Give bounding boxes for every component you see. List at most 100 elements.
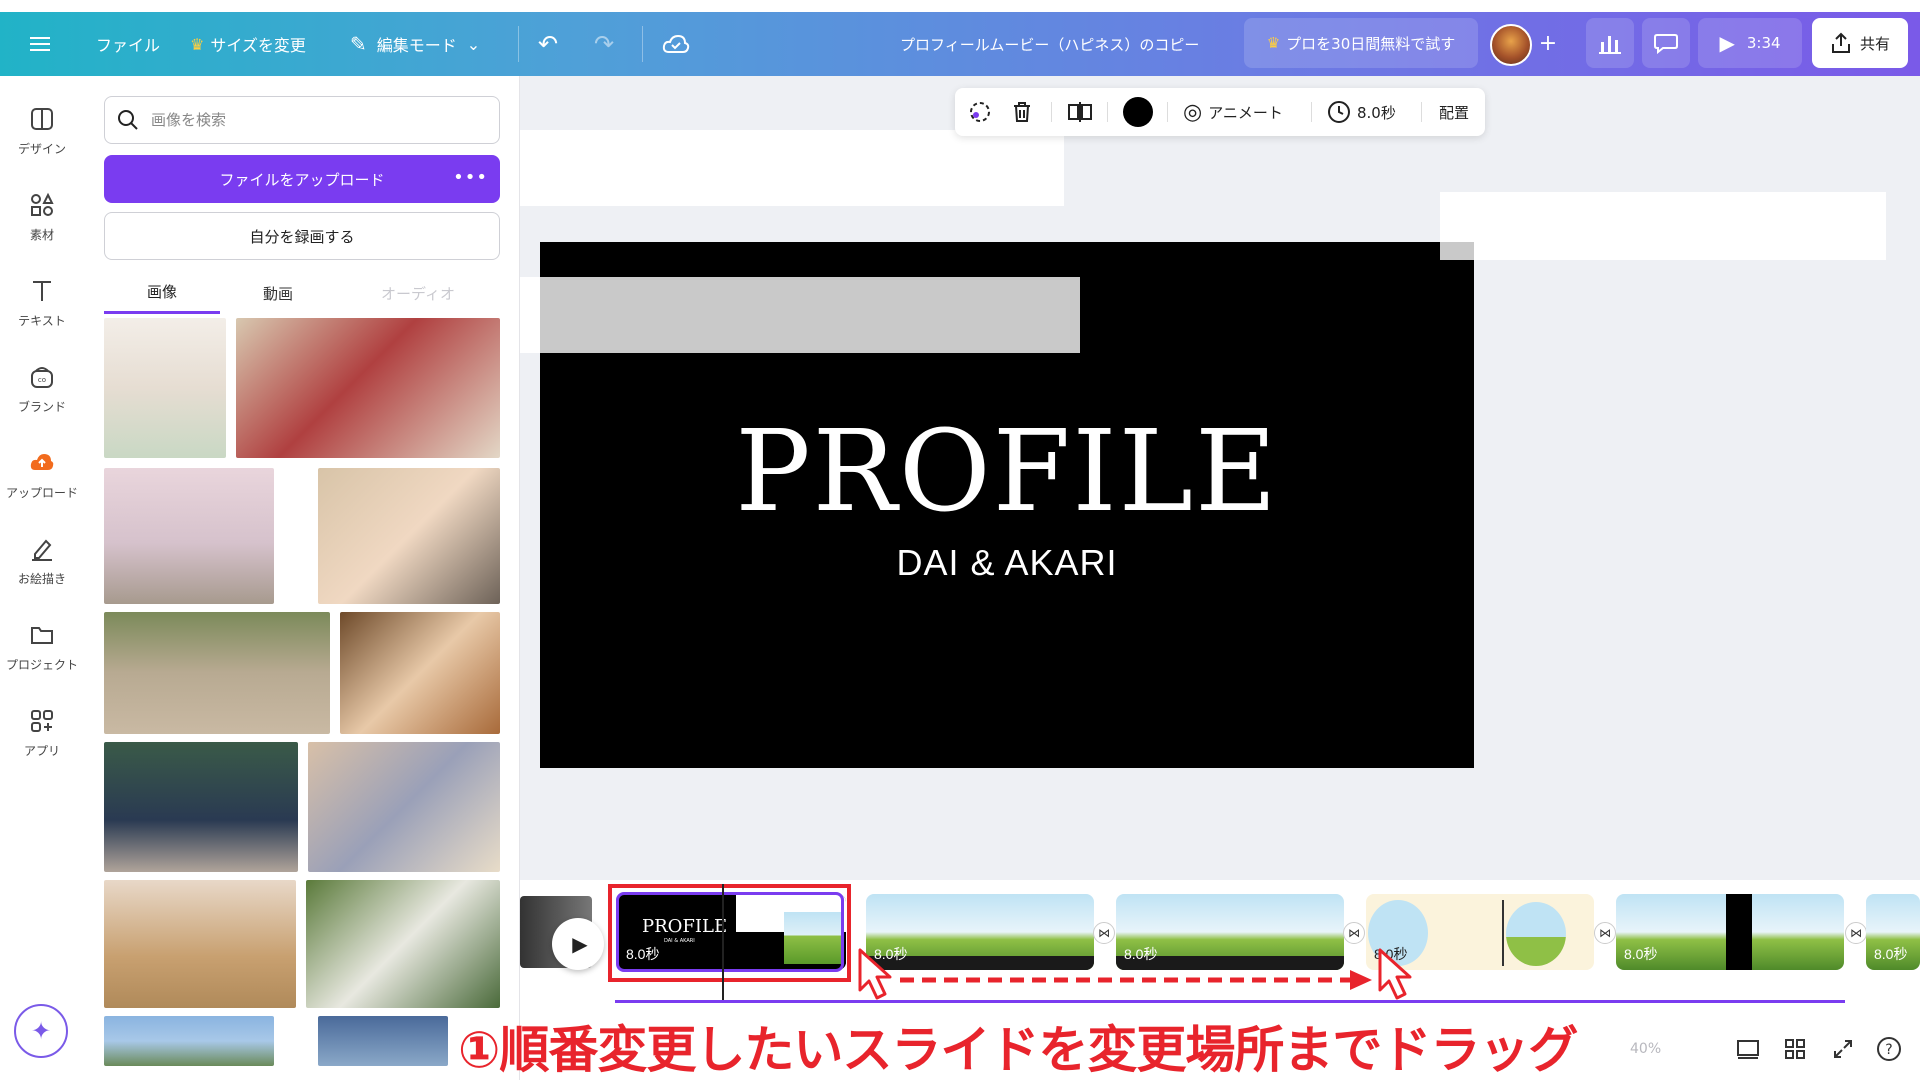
fullscreen-icon[interactable]: [1832, 1034, 1854, 1064]
rail-item-text[interactable]: テキスト: [0, 278, 84, 329]
annotation-highlight-box: [608, 884, 851, 982]
uploaded-image[interactable]: [104, 612, 330, 734]
magic-assistant-button[interactable]: ✦: [14, 1004, 68, 1058]
comments-button[interactable]: [1642, 18, 1690, 68]
uploaded-image[interactable]: [236, 318, 500, 458]
clock-icon: [1328, 101, 1350, 123]
magic-edit-icon[interactable]: [967, 88, 993, 136]
search-icon: [118, 110, 138, 130]
search-input[interactable]: [151, 111, 471, 129]
redo-icon[interactable]: ↷: [594, 12, 614, 76]
context-toolbar: ◎ アニメート 8.0秒 配置: [955, 88, 1485, 136]
clip-overlay: [1506, 902, 1566, 966]
file-menu[interactable]: ファイル: [86, 12, 170, 76]
insights-button[interactable]: [1586, 18, 1634, 68]
timeline-play-button[interactable]: ▶: [552, 918, 604, 970]
slide-subtitle[interactable]: DAI & AKARI: [540, 542, 1474, 584]
play-icon: ▶: [572, 932, 588, 956]
present-button[interactable]: ▶ 3:34: [1698, 18, 1802, 68]
share-icon: [1831, 32, 1850, 53]
instruction-caption: ①順番変更したいスライドを変更場所までドラッグ: [458, 1021, 1578, 1079]
transition-icon[interactable]: ⋈: [1093, 922, 1115, 944]
pro-trial-button[interactable]: ♛ プロを30日間無料で試す: [1244, 18, 1478, 68]
zoom-level[interactable]: 40%: [1630, 1034, 1661, 1064]
animate-button[interactable]: ◎ アニメート: [1183, 88, 1283, 136]
share-button[interactable]: 共有: [1812, 18, 1908, 68]
folder-icon: [31, 627, 53, 644]
timeline-clip[interactable]: 8.0秒: [1866, 894, 1920, 970]
uploaded-image[interactable]: [104, 468, 274, 604]
animate-label: アニメート: [1208, 103, 1283, 122]
document-title[interactable]: プロフィールムービー（ハピネス）のコピー: [900, 12, 1199, 76]
uploaded-image[interactable]: [340, 612, 500, 734]
edit-mode-button[interactable]: ✎ 編集モード ⌄: [340, 12, 490, 76]
duration-button[interactable]: 8.0秒: [1327, 88, 1396, 136]
transition-icon[interactable]: ⋈: [1845, 922, 1867, 944]
animate-icon: ◎: [1183, 99, 1203, 125]
text-icon: [33, 281, 51, 301]
tab-images[interactable]: 画像: [104, 272, 220, 314]
transition-icon[interactable]: ⋈: [1343, 922, 1365, 944]
trash-icon[interactable]: [1011, 88, 1033, 136]
help-icon[interactable]: ?: [1876, 1034, 1902, 1064]
clip-overlay: [1726, 894, 1752, 970]
add-collaborator-button[interactable]: +: [1534, 18, 1562, 68]
tab-audio[interactable]: オーディオ: [336, 272, 500, 314]
menu-icon[interactable]: [30, 12, 52, 76]
clip-duration: 8.0秒: [1874, 946, 1908, 962]
slide-title[interactable]: PROFILE: [540, 407, 1474, 537]
avatar[interactable]: [1490, 24, 1532, 66]
upload-files-label: ファイルをアップロード: [219, 170, 385, 189]
divider: [1421, 102, 1422, 122]
undo-icon[interactable]: ↶: [538, 12, 558, 76]
rail-item-draw[interactable]: お絵描き: [0, 536, 84, 587]
timeline-clip[interactable]: 8.0秒: [1616, 894, 1844, 970]
rail-item-design[interactable]: デザイン: [0, 106, 84, 157]
top-bar: ファイル ♛ サイズを変更 ✎ 編集モード ⌄ ↶ ↷ プロフィールムービー（ハ…: [0, 12, 1920, 76]
background-color-swatch[interactable]: [1123, 88, 1153, 136]
rail-item-apps[interactable]: アプリ: [0, 708, 84, 759]
redaction-block: [540, 277, 1080, 353]
arrange-button[interactable]: 配置: [1439, 88, 1469, 136]
grid-view-icon[interactable]: [1784, 1034, 1806, 1064]
duration-label: 8.0秒: [1357, 103, 1396, 122]
media-tabs: 画像 動画 オーディオ: [104, 272, 500, 314]
upload-files-button[interactable]: ファイルをアップロード •••: [104, 155, 500, 203]
crown-icon: ♛: [1266, 34, 1281, 52]
record-yourself-button[interactable]: 自分を録画する: [104, 212, 500, 260]
transition-icon[interactable]: ⋈: [1594, 922, 1616, 944]
search-box[interactable]: [104, 96, 500, 144]
pro-trial-label: プロを30日間無料で試す: [1286, 34, 1456, 53]
rail-item-uploads[interactable]: アップロード: [0, 450, 84, 501]
cloud-saved-icon[interactable]: [662, 12, 690, 76]
uploaded-image[interactable]: [306, 880, 500, 1008]
notes-icon[interactable]: [1736, 1034, 1760, 1064]
more-options-icon[interactable]: •••: [453, 167, 488, 188]
edit-mode-label: 編集モード: [376, 36, 457, 55]
uploaded-image[interactable]: [104, 742, 298, 872]
uploaded-image[interactable]: [104, 1016, 274, 1066]
tab-videos[interactable]: 動画: [220, 272, 336, 314]
uploaded-image[interactable]: [308, 742, 500, 872]
rail-label: ブランド: [17, 400, 66, 414]
play-time: 3:34: [1746, 34, 1781, 52]
rail-item-projects[interactable]: プロジェクト: [0, 622, 84, 673]
divider: [1311, 102, 1312, 122]
split-icon[interactable]: [1067, 88, 1093, 136]
rail-item-elements[interactable]: 素材: [0, 192, 84, 243]
playhead[interactable]: [722, 884, 724, 1000]
brand-icon: co: [31, 367, 53, 388]
rail-label: アップロード: [5, 486, 78, 500]
uploaded-image[interactable]: [104, 880, 296, 1008]
bar-chart-icon: [1599, 36, 1621, 54]
uploaded-image[interactable]: [104, 318, 226, 458]
rail-label: プロジェクト: [5, 658, 78, 672]
elements-icon: [31, 192, 54, 216]
play-icon: ▶: [1719, 31, 1735, 55]
uploaded-image[interactable]: [318, 1016, 448, 1066]
upload-cloud-icon: [30, 454, 54, 470]
sparkle-icon: ✦: [30, 1017, 52, 1045]
resize-button[interactable]: ♛ サイズを変更: [180, 12, 316, 76]
rail-item-brand[interactable]: co ブランド: [0, 364, 84, 415]
uploaded-image[interactable]: [318, 468, 500, 604]
